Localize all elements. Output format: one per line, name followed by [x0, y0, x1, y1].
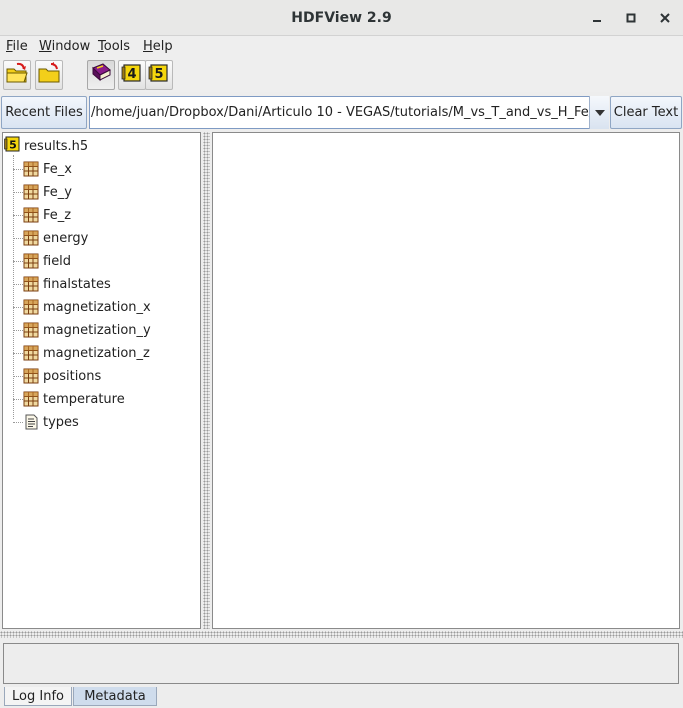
dataset-icon	[23, 345, 39, 361]
menu-bar: File Window Tools Help	[0, 36, 683, 58]
close-file-button[interactable]	[35, 60, 63, 90]
tree-item-magnetization-z[interactable]: magnetization_z	[23, 344, 150, 362]
hdf5-glyph: 5	[154, 67, 163, 82]
tree-branch-line	[13, 261, 23, 262]
tree-item-label: energy	[43, 230, 89, 246]
tree-item-label: magnetization_x	[43, 299, 151, 315]
tree-item-label: Fe_y	[43, 184, 72, 200]
menu-window[interactable]: Window	[39, 39, 90, 54]
tree-item-label: temperature	[43, 391, 125, 407]
text-dataset-icon	[23, 414, 39, 430]
open-file-icon	[5, 62, 29, 88]
horizontal-splitter[interactable]	[0, 631, 683, 638]
dataset-icon	[23, 184, 39, 200]
tree-item-positions[interactable]: positions	[23, 367, 101, 385]
tree-branch-line	[13, 307, 23, 308]
tree-item-fe-x[interactable]: Fe_x	[23, 160, 72, 178]
tree-item-label: finalstates	[43, 276, 111, 292]
dataset-icon	[23, 207, 39, 223]
dataset-icon	[23, 368, 39, 384]
hdf4-library-button[interactable]: 4	[118, 60, 146, 90]
tree-branch-line	[13, 376, 23, 377]
hdf5-file-icon: 5	[4, 136, 20, 156]
menu-help[interactable]: Help	[143, 39, 173, 54]
menu-file-label: ile	[12, 39, 28, 54]
tab-metadata[interactable]: Metadata	[73, 687, 157, 706]
recent-files-button[interactable]: Recent Files	[1, 96, 87, 129]
menu-window-mnemonic: W	[39, 39, 52, 54]
tab-log-info[interactable]: Log Info	[4, 687, 72, 706]
tree-item-label: Fe_x	[43, 161, 72, 177]
hdf5-library-icon: 5	[148, 63, 170, 87]
tree-item-label: Fe_z	[43, 207, 72, 223]
tree-item-energy[interactable]: energy	[23, 229, 88, 247]
help-button[interactable]	[87, 60, 115, 90]
menu-tools-label: ools	[103, 39, 131, 54]
tree-item-label: positions	[43, 368, 102, 384]
tree-item-label: types	[43, 414, 79, 430]
tree-item-label: field	[43, 253, 72, 269]
tree-root-label: results.h5	[24, 138, 89, 154]
window-title: HDFView 2.9	[291, 10, 392, 26]
minimize-icon[interactable]	[588, 9, 606, 27]
file-path-dropdown-button[interactable]	[589, 96, 609, 129]
tree-branch-line	[13, 238, 23, 239]
tree-branch-line	[13, 169, 23, 170]
tree-item-label: magnetization_y	[43, 322, 151, 338]
dataset-icon	[23, 253, 39, 269]
file-path-combobox[interactable]: /home/juan/Dropbox/Dani/Articulo 10 - VE…	[89, 96, 608, 129]
tree-item-field[interactable]: field	[23, 252, 71, 270]
chevron-down-icon	[594, 105, 605, 120]
tree-item-magnetization-y[interactable]: magnetization_y	[23, 321, 151, 339]
hdf4-glyph: 4	[127, 67, 136, 82]
dataset-icon	[23, 276, 39, 292]
hdf5-library-button[interactable]: 5	[145, 60, 173, 90]
tree-branch-line	[13, 192, 23, 193]
menu-help-label: elp	[152, 39, 173, 54]
close-file-icon	[37, 62, 61, 88]
menu-tools[interactable]: Tools	[98, 39, 130, 54]
tree-branch-line	[13, 284, 23, 285]
menu-window-label: indow	[51, 39, 91, 54]
url-bar: Recent Files /home/juan/Dropbox/Dani/Art…	[0, 94, 683, 130]
menu-help-mnemonic: H	[143, 39, 153, 54]
log-info-panel	[3, 643, 679, 684]
tree-branch-line	[13, 399, 23, 400]
tree-item-types[interactable]: types	[23, 413, 79, 431]
dataset-icon	[23, 391, 39, 407]
dataset-icon	[23, 161, 39, 177]
tree-item-fe-y[interactable]: Fe_y	[23, 183, 72, 201]
tree-item-label: magnetization_z	[43, 345, 150, 361]
file-path-value: /home/juan/Dropbox/Dani/Articulo 10 - VE…	[91, 105, 608, 120]
open-file-button[interactable]	[3, 60, 31, 90]
close-icon[interactable]	[656, 9, 674, 27]
clear-text-button[interactable]: Clear Text	[610, 96, 682, 129]
tree-item-finalstates[interactable]: finalstates	[23, 275, 111, 293]
tree-item-fe-z[interactable]: Fe_z	[23, 206, 71, 224]
toolbar: 4 5	[0, 58, 683, 92]
hdf4-library-icon: 4	[121, 63, 143, 87]
root-glyph: 5	[9, 139, 17, 152]
content-area	[212, 132, 680, 629]
tree-guide-line	[13, 155, 14, 419]
tree-branch-line	[13, 330, 23, 331]
tree-root-item[interactable]: 5 results.h5	[4, 136, 89, 156]
dataset-icon	[23, 322, 39, 338]
bottom-tab-bar: Log Info Metadata	[0, 686, 683, 708]
tree-item-temperature[interactable]: temperature	[23, 390, 125, 408]
title-bar: HDFView 2.9	[0, 0, 683, 36]
vertical-splitter[interactable]	[203, 132, 210, 629]
dataset-icon	[23, 230, 39, 246]
tree-branch-line	[13, 215, 23, 216]
dataset-icon	[23, 299, 39, 315]
tree-branch-line	[13, 353, 23, 354]
menu-file[interactable]: File	[6, 39, 28, 54]
file-tree[interactable]: 5 results.h5 Fe_x Fe_y Fe_zenergy field fina…	[2, 132, 201, 629]
help-book-icon	[89, 62, 113, 88]
maximize-icon[interactable]	[622, 9, 640, 27]
tree-item-magnetization-x[interactable]: magnetization_x	[23, 298, 151, 316]
tree-branch-line	[13, 422, 23, 423]
